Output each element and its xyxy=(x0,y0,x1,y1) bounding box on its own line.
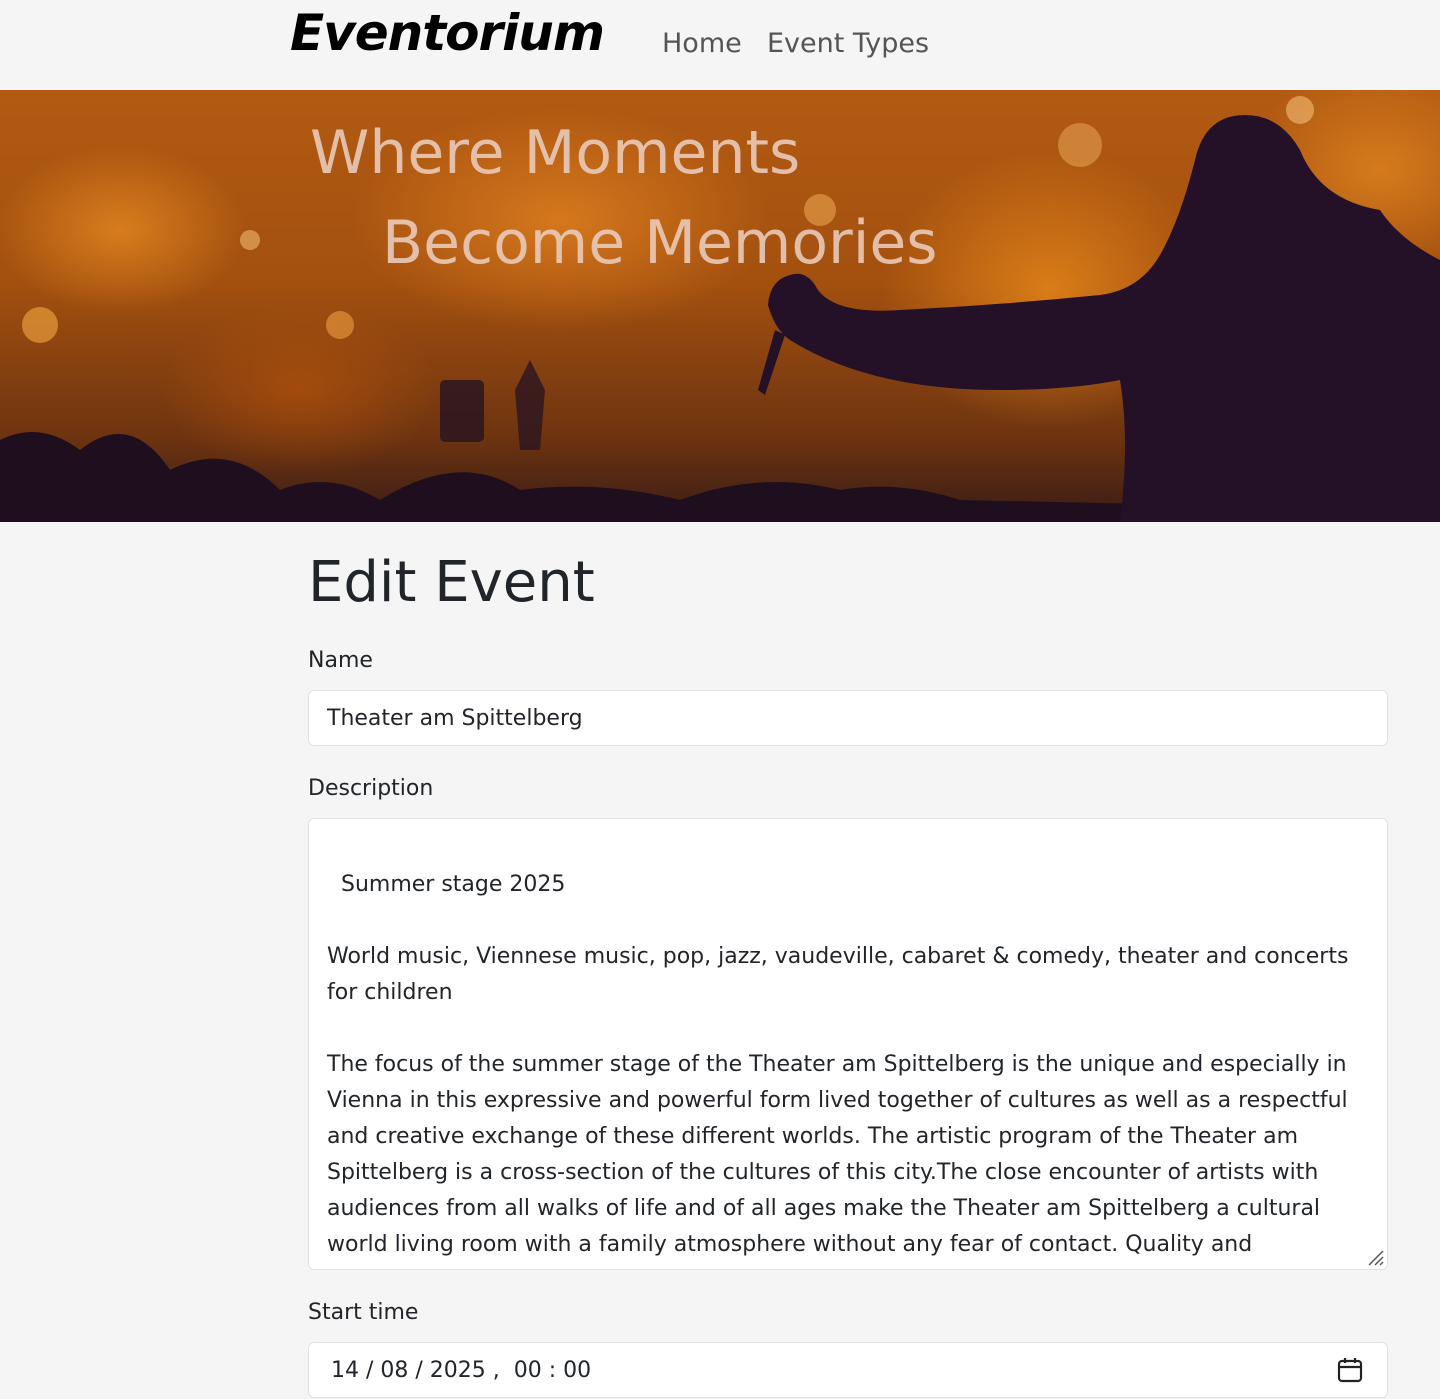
hero-banner: Where Moments Become Memories xyxy=(0,90,1440,522)
description-textarea[interactable]: Summer stage 2025 World music, Viennese … xyxy=(308,818,1388,1270)
start-time-label: Start time xyxy=(308,1300,419,1325)
resize-handle-icon[interactable] xyxy=(1363,1245,1385,1267)
start-time-value: 14 / 08 / 2025 , 00 : 00 xyxy=(331,1358,592,1383)
hero-tagline-line-1: Where Moments xyxy=(310,118,801,188)
top-navbar: Eventorium Home Event Types xyxy=(0,0,1440,90)
nav-link-home[interactable]: Home xyxy=(662,28,742,59)
hero-tagline-line-2: Become Memories xyxy=(382,208,938,278)
description-label: Description xyxy=(308,776,434,801)
brand-logo[interactable]: Eventorium xyxy=(290,4,605,62)
name-input[interactable]: Theater am Spittelberg xyxy=(308,690,1388,746)
page-title: Edit Event xyxy=(308,550,595,615)
calendar-icon[interactable] xyxy=(1337,1357,1363,1383)
name-label: Name xyxy=(308,648,373,673)
start-time-input[interactable]: 14 / 08 / 2025 , 00 : 00 xyxy=(308,1342,1388,1398)
description-text: Summer stage 2025 World music, Viennese … xyxy=(327,872,1349,1269)
nav-link-event-types[interactable]: Event Types xyxy=(767,28,929,59)
